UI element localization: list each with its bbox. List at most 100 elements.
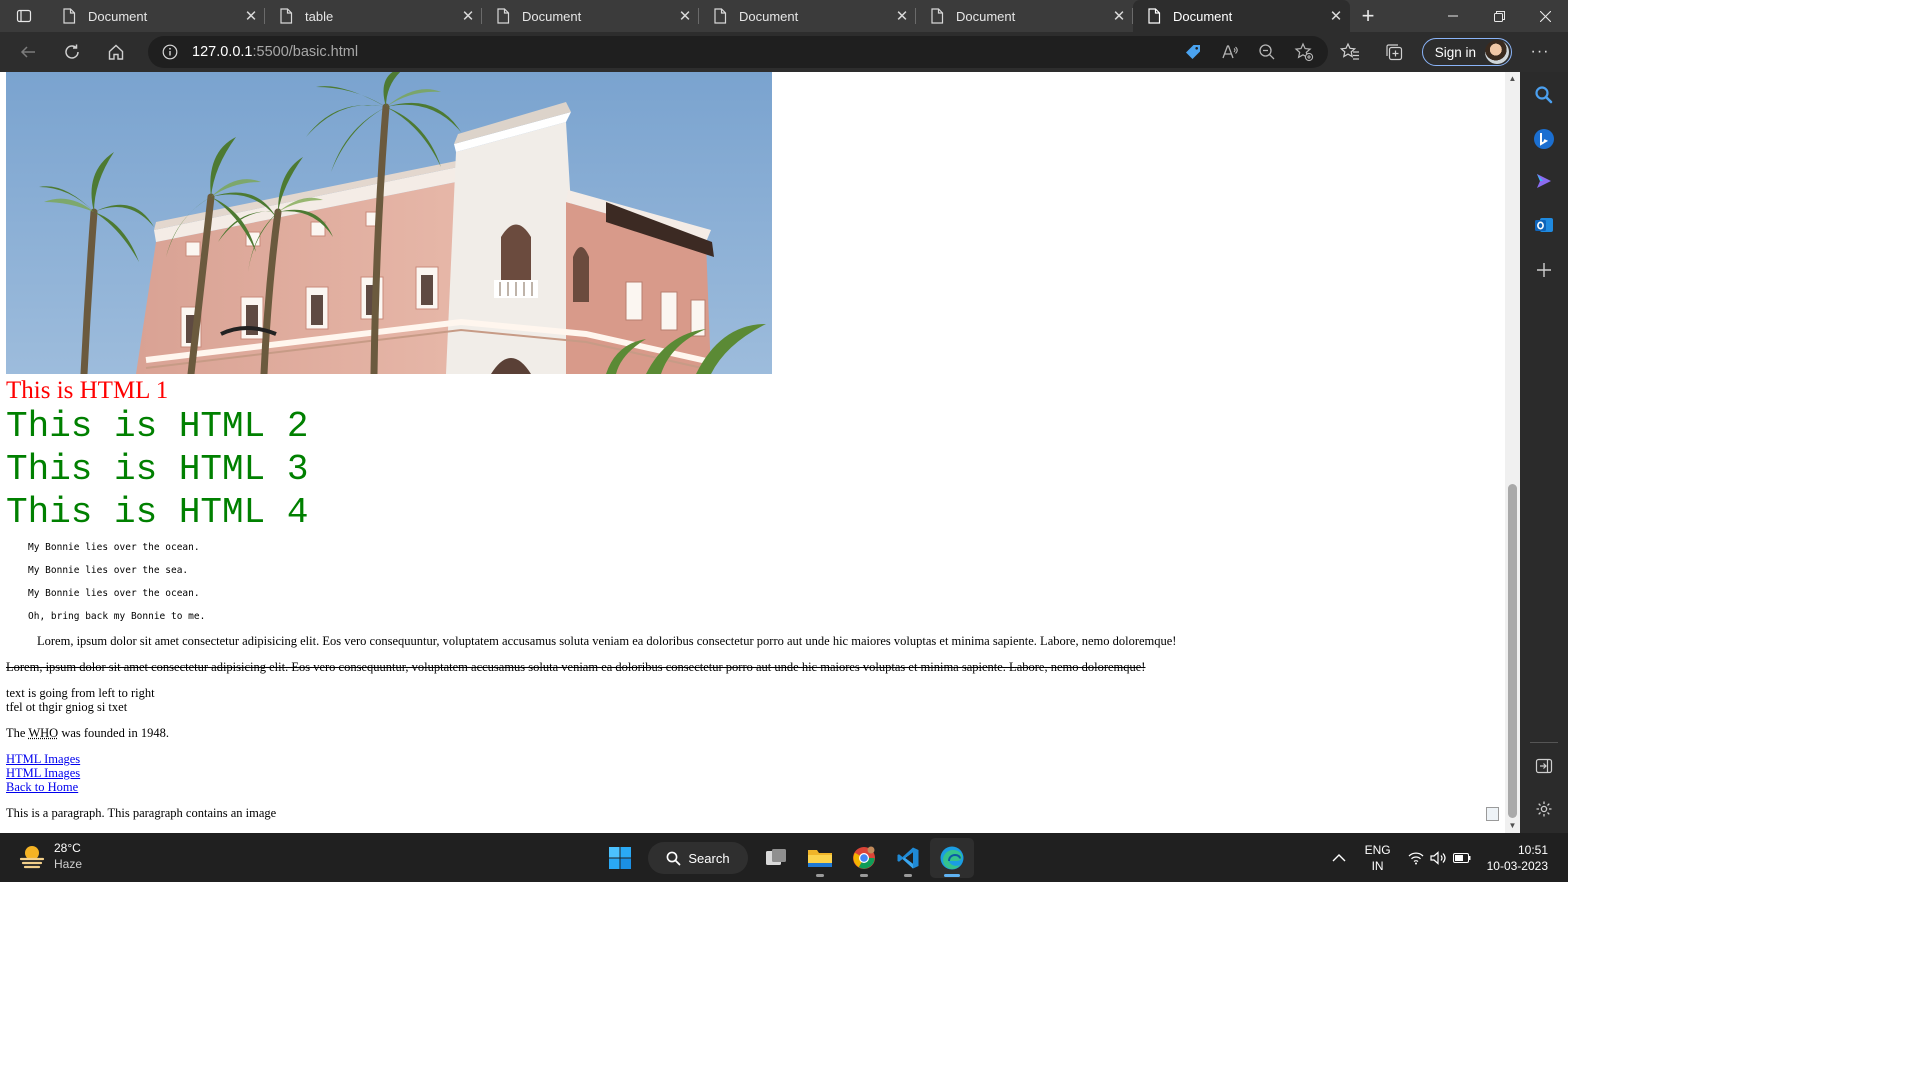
back-button[interactable]	[6, 34, 50, 70]
tab-title: Document	[522, 8, 582, 24]
task-view-button[interactable]	[754, 838, 798, 878]
edge-sidebar	[1520, 72, 1568, 833]
tab-title: Document	[88, 8, 148, 24]
heading-mono-4: This is HTML 4	[6, 492, 309, 533]
vscode-button[interactable]	[886, 838, 930, 878]
favorites-button[interactable]	[1328, 34, 1372, 70]
taskbar-search[interactable]: Search	[648, 842, 748, 874]
tab-document-1[interactable]: Document ✕	[48, 0, 265, 32]
minimize-icon	[1448, 15, 1458, 17]
settings-more-button[interactable]: ···	[1518, 34, 1562, 70]
battery-icon[interactable]	[1451, 852, 1473, 863]
address-bar[interactable]: 127.0.0.1:5500/basic.html	[148, 36, 1328, 68]
link-html-images-2[interactable]: HTML Images	[6, 766, 80, 781]
show-hidden-icons-chevron-up-icon[interactable]	[1327, 853, 1351, 863]
new-tab-button[interactable]: +	[1350, 0, 1386, 32]
refresh-icon	[65, 44, 79, 59]
tab-close-icon[interactable]: ✕	[1105, 2, 1133, 30]
sign-in-button[interactable]: Sign in	[1421, 38, 1512, 66]
tab-close-icon[interactable]: ✕	[454, 2, 482, 30]
poem-line: My Bonnie lies over the sea.	[28, 565, 189, 576]
restore-button[interactable]	[1476, 0, 1522, 32]
collections-icon	[1386, 44, 1402, 61]
heading-mono-3: This is HTML 3	[6, 449, 309, 490]
running-indicator	[944, 874, 960, 877]
link-back-to-home[interactable]: Back to Home	[6, 780, 78, 795]
refresh-button[interactable]	[50, 34, 94, 70]
scroll-up-arrow-icon[interactable]: ▲	[1508, 74, 1517, 83]
poem-line: My Bonnie lies over the ocean.	[28, 542, 200, 553]
weather-widget[interactable]: 28°C Haze	[18, 840, 82, 872]
scroll-down-arrow-icon[interactable]: ▼	[1508, 821, 1517, 830]
link-html-images-1[interactable]: HTML Images	[6, 752, 80, 767]
rtl-text: tfel ot thgir gniog si txet	[6, 700, 128, 714]
building-photo	[6, 72, 772, 374]
document-icon	[711, 7, 729, 25]
chrome-button[interactable]	[842, 838, 886, 878]
input-language-indicator[interactable]: ENG IN	[1365, 842, 1391, 874]
home-icon	[108, 44, 124, 60]
folder-icon	[808, 850, 832, 867]
address-bar-actions	[1174, 36, 1328, 68]
tab-document-3[interactable]: Document ✕	[699, 0, 916, 32]
back-arrow-icon	[20, 46, 35, 58]
wifi-icon[interactable]	[1405, 851, 1427, 865]
sidebar-search-icon[interactable]	[1532, 83, 1556, 107]
haze-sun-icon	[19, 846, 45, 869]
url-path: :5500/basic.html	[252, 44, 359, 60]
tab-close-icon[interactable]: ✕	[671, 2, 699, 30]
poem-line: My Bonnie lies over the ocean.	[28, 588, 200, 599]
tab-close-icon[interactable]: ✕	[1322, 2, 1350, 30]
who-abbreviation[interactable]: WHO	[28, 726, 58, 740]
shopping-tag-icon[interactable]	[1174, 42, 1211, 62]
who-before: The	[6, 726, 29, 740]
tab-document-2[interactable]: Document ✕	[482, 0, 699, 32]
tab-table[interactable]: table ✕	[265, 0, 482, 32]
tab-title: table	[305, 8, 334, 24]
site-info-icon[interactable]	[148, 44, 192, 60]
tab-close-icon[interactable]: ✕	[888, 2, 916, 30]
window-controls	[1430, 0, 1568, 32]
clock-date: 10-03-2023	[1486, 858, 1548, 873]
tab-close-icon[interactable]: ✕	[237, 2, 265, 30]
vertical-scrollbar[interactable]: ▲ ▼	[1505, 72, 1520, 833]
hide-sidebar-icon[interactable]	[1532, 754, 1556, 778]
heading-mono-2: This is HTML 2	[6, 406, 309, 447]
home-button[interactable]	[94, 34, 138, 70]
document-icon	[277, 7, 295, 25]
running-indicator	[860, 874, 868, 877]
running-indicator	[904, 874, 912, 877]
toolbar-right: Sign in ···	[1328, 32, 1568, 72]
system-tray: ENG IN 10:51 10-03-2023	[1327, 833, 1568, 882]
read-aloud-icon[interactable]	[1211, 43, 1248, 61]
running-indicator	[816, 874, 824, 877]
tab-actions-button[interactable]	[0, 0, 48, 32]
tab-document-active[interactable]: Document ✕	[1133, 0, 1350, 32]
system-clock[interactable]: 10:51 10-03-2023	[1487, 842, 1548, 874]
tab-actions-icon	[16, 9, 32, 23]
document-icon	[1145, 7, 1163, 25]
taskbar-apps: Search	[598, 837, 974, 879]
ltr-text: text is going from left to right	[6, 686, 155, 700]
sidebar-settings-icon[interactable]	[1532, 797, 1556, 821]
weather-condition: Haze	[54, 857, 83, 871]
volume-icon[interactable]	[1427, 850, 1451, 865]
tab-strip: Document ✕ table ✕ Document ✕ Document ✕…	[0, 0, 1568, 32]
minimize-button[interactable]	[1430, 0, 1476, 32]
discover-icon[interactable]	[1532, 169, 1556, 193]
who-paragraph: The WHO was founded in 1948.	[6, 726, 169, 741]
bing-chat-icon[interactable]	[1532, 127, 1556, 151]
zoom-out-icon[interactable]	[1248, 43, 1285, 61]
edge-button[interactable]	[930, 838, 974, 878]
scrollbar-thumb[interactable]	[1508, 484, 1517, 818]
add-favorite-icon[interactable]	[1285, 42, 1322, 62]
add-sidebar-app-icon[interactable]	[1532, 258, 1556, 282]
edge-icon	[940, 846, 964, 870]
outlook-icon[interactable]	[1532, 213, 1556, 237]
favorites-icon	[1339, 42, 1359, 60]
file-explorer-button[interactable]	[798, 838, 842, 878]
collections-button[interactable]	[1372, 34, 1416, 70]
close-window-button[interactable]	[1522, 0, 1568, 32]
start-button[interactable]	[598, 838, 642, 878]
tab-document-4[interactable]: Document ✕	[916, 0, 1133, 32]
